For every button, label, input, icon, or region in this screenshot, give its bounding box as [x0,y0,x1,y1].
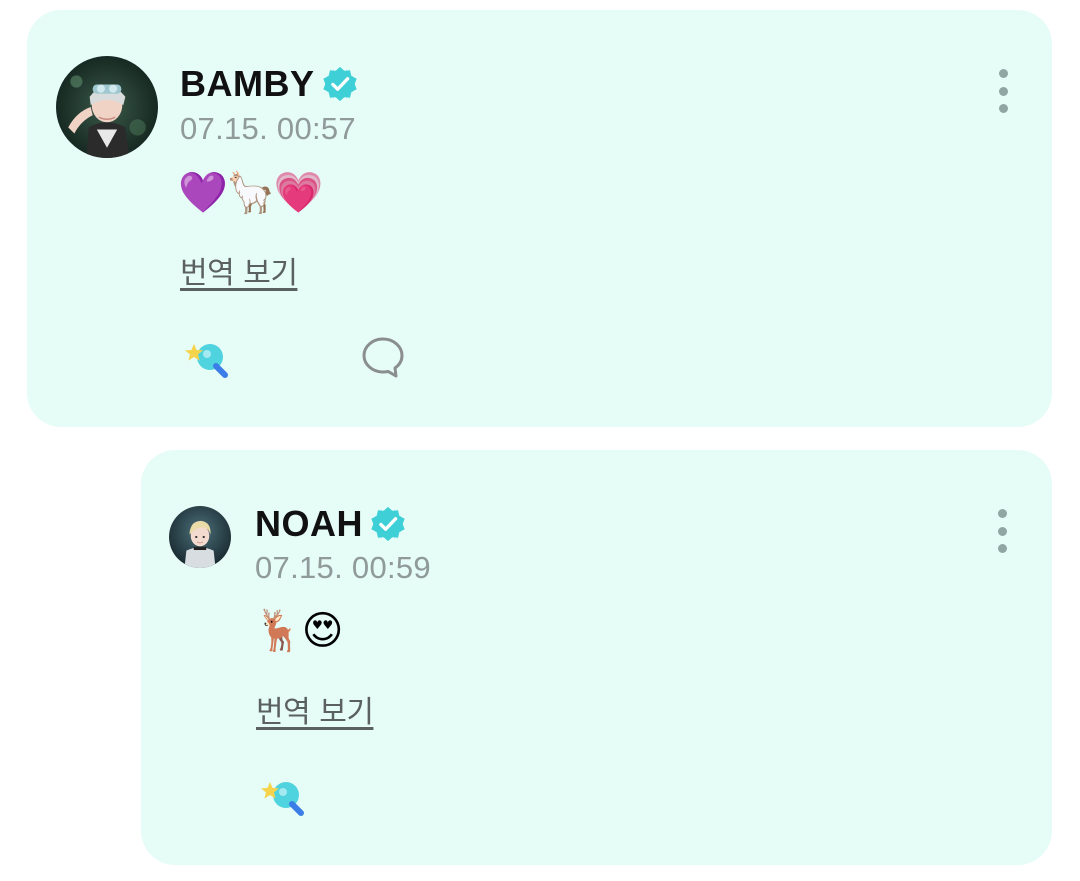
author-name[interactable]: NOAH [255,503,363,545]
verified-badge-icon [371,506,405,542]
more-vertical-icon[interactable] [988,69,1018,113]
more-vertical-icon[interactable] [987,509,1017,553]
verified-badge-icon [322,66,357,102]
comment-timestamp: 07.15. 00:57 [180,111,356,146]
comment-card-bamby: BAMBY 07.15. 00:57 💜🦙💗 번역 보기 [27,10,1052,427]
author-row: BAMBY [180,63,359,105]
avatar-bamby[interactable] [56,56,158,158]
author-row: NOAH [255,503,407,545]
star-lightstick-icon[interactable] [257,773,307,817]
star-lightstick-icon[interactable] [181,335,231,379]
speech-bubble-icon[interactable] [360,335,406,379]
comment-text: 🦌😍 [254,608,344,654]
avatar-noah[interactable] [169,506,231,568]
comment-thread: BAMBY 07.15. 00:57 💜🦙💗 번역 보기 NOAH 07.15.… [0,0,1080,881]
translate-link[interactable]: 번역 보기 [180,248,298,292]
author-name[interactable]: BAMBY [180,63,315,105]
comment-card-noah: NOAH 07.15. 00:59 🦌😍 번역 보기 [141,450,1052,865]
translate-link[interactable]: 번역 보기 [256,687,374,731]
comment-timestamp: 07.15. 00:59 [255,550,431,585]
comment-text: 💜🦙💗 [178,170,323,216]
